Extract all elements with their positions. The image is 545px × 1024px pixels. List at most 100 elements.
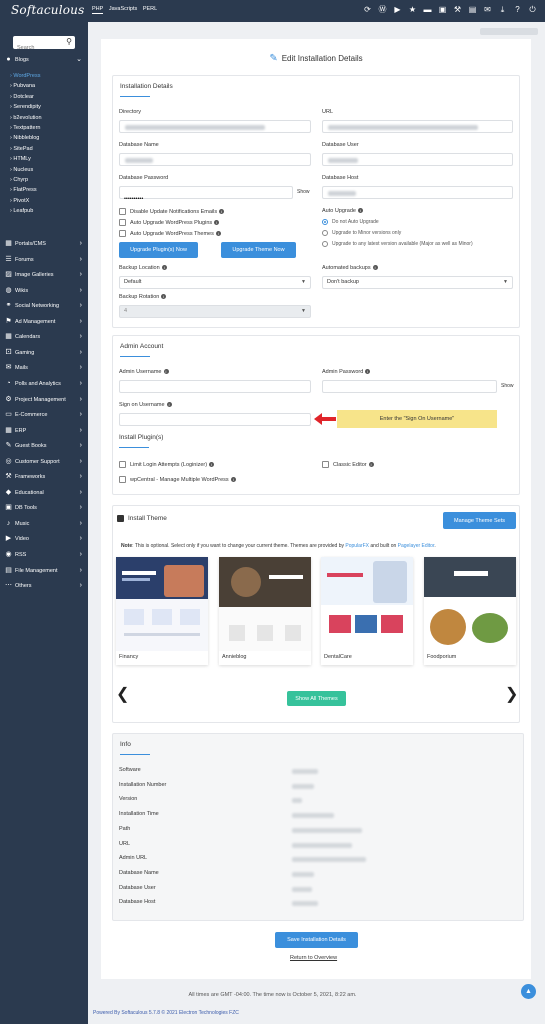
chevron-right-icon[interactable]: ❯: [505, 684, 518, 704]
database-host-field[interactable]: [322, 186, 513, 199]
radio-minor-upgrade[interactable]: Upgrade to Minor versions only: [322, 230, 401, 236]
sidebar-item-blogs[interactable]: ● Blogs ⌄: [0, 53, 88, 67]
sidebar-item-others[interactable]: ⋯ Others ›: [0, 579, 88, 593]
classic-editor-checkbox[interactable]: Classic Editor i: [322, 461, 374, 468]
sidebar-item-video[interactable]: ▶ Video ›: [0, 532, 88, 546]
sidebar-item-file-management[interactable]: ▤ File Management ›: [0, 564, 88, 578]
sidebar-item-flatpress[interactable]: › FlatPress: [10, 186, 37, 195]
radio-major-upgrade[interactable]: Upgrade to any latest version available …: [322, 241, 473, 247]
tab-php[interactable]: PHP: [92, 6, 104, 14]
sidebar-item-pubvana[interactable]: › Pubvana: [10, 82, 35, 91]
directory-field[interactable]: [119, 120, 311, 133]
sidebar-item-wordpress[interactable]: › WordPress: [10, 72, 40, 81]
theme-card-annieblog[interactable]: Annieblog: [219, 557, 311, 665]
manage-theme-sets-button[interactable]: Manage Theme Sets: [443, 512, 516, 529]
show-admin-password-link[interactable]: Show: [501, 383, 514, 389]
sidebar-item-project-management[interactable]: ⚙ Project Management ›: [0, 393, 88, 407]
sidebar-item-ad-management[interactable]: ⚑ Ad Management ›: [0, 315, 88, 329]
sidebar-item-rss[interactable]: ◉ RSS ›: [0, 548, 88, 562]
sidebar-item-music[interactable]: ♪ Music ›: [0, 517, 88, 531]
sidebar-item-e-commerce[interactable]: ▭ E-Commerce ›: [0, 408, 88, 422]
power-icon[interactable]: ⏻: [528, 5, 537, 15]
sidebar-item-calendars[interactable]: ▦ Calendars ›: [0, 330, 88, 344]
popularfx-link[interactable]: PopularFX: [345, 543, 369, 549]
category-icon: ▦: [5, 240, 12, 247]
chevron-left-icon[interactable]: ❮: [116, 684, 129, 704]
admin-username-field[interactable]: [119, 380, 311, 393]
sidebar-item-leafpub[interactable]: › Leafpub: [10, 207, 33, 216]
tab-perl[interactable]: PERL: [143, 6, 157, 12]
wrench-icon[interactable]: ⚒: [453, 5, 462, 15]
play-icon[interactable]: ▶: [393, 5, 402, 15]
category-icon: ⚙: [5, 395, 12, 403]
sidebar-item-nucleus[interactable]: › Nucleus: [10, 166, 33, 175]
sidebar-item-db-tools[interactable]: ▣ DB Tools ›: [0, 501, 88, 515]
disable-notification-checkbox[interactable]: Disable Update Notifications Emails i: [119, 208, 225, 215]
chevron-right-icon: ›: [79, 566, 82, 574]
window-icon[interactable]: ▣: [438, 5, 447, 15]
show-password-link[interactable]: Show: [297, 189, 310, 195]
upgrade-theme-button[interactable]: Upgrade Theme Now: [221, 242, 296, 258]
url-field[interactable]: [322, 120, 513, 133]
backup-location-label: Backup Location i: [119, 265, 167, 271]
sidebar-item-b2evolution[interactable]: › b2evolution: [10, 114, 42, 123]
softaculous-logo[interactable]: Softaculous: [11, 3, 84, 17]
box-icon[interactable]: ▬: [423, 5, 432, 15]
star-icon[interactable]: ★: [408, 5, 417, 15]
sidebar-item-guest-books[interactable]: ✎ Guest Books ›: [0, 439, 88, 453]
install-theme-toggle[interactable]: Install Theme: [117, 515, 167, 522]
upgrade-plugins-button[interactable]: Upgrade Plugin(s) Now: [119, 242, 198, 258]
sidebar-item-polls-and-analytics[interactable]: ◔ Polls and Analytics ›: [0, 377, 88, 391]
pagelayer-link[interactable]: Pagelayer Editor: [398, 543, 435, 549]
sidebar-item-chyrp[interactable]: › Chyrp: [10, 176, 28, 185]
wordpress-icon[interactable]: Ⓦ: [378, 5, 387, 15]
scroll-to-top-button[interactable]: ▲: [521, 984, 536, 999]
database-password-input[interactable]: [120, 193, 292, 205]
sidebar-item-nibbleblog[interactable]: › Nibbleblog: [10, 134, 39, 143]
automated-backups-select[interactable]: Don't backup ▼: [322, 276, 513, 289]
sidebar-item-educational[interactable]: ◆ Educational ›: [0, 486, 88, 500]
sidebar-item-forums[interactable]: ☰ Forums ›: [0, 253, 88, 267]
sidebar-item-social-networking[interactable]: ⚭ Social Networking ›: [0, 299, 88, 313]
show-all-themes-button[interactable]: Show All Themes: [287, 691, 346, 706]
sidebar-item-wikis[interactable]: ◍ Wikis ›: [0, 284, 88, 298]
auto-upgrade-themes-checkbox[interactable]: Auto Upgrade WordPress Themes i: [119, 230, 221, 237]
return-to-overview-link[interactable]: Return to Overview: [290, 955, 337, 961]
admin-password-field[interactable]: [322, 380, 497, 393]
sidebar-item-htmly[interactable]: › HTMLy: [10, 155, 31, 164]
theme-card-foodporium[interactable]: Foodporium: [424, 557, 516, 665]
electron-link[interactable]: Electron Technologies FZC: [179, 1010, 239, 1016]
mail-icon[interactable]: ✉: [483, 5, 492, 15]
wpcentral-checkbox[interactable]: wpCentral - Manage Multiple WordPress i: [119, 476, 236, 483]
sidebar-item-image-galleries[interactable]: ▨ Image Galleries ›: [0, 268, 88, 282]
sidebar-item-textpattern[interactable]: › Textpattern: [10, 124, 40, 133]
download-icon[interactable]: ⤓: [498, 5, 507, 15]
radio-no-auto-upgrade[interactable]: Do not Auto Upgrade: [322, 219, 379, 225]
theme-card-financy[interactable]: Financy: [116, 557, 208, 665]
sidebar-item-sitepad[interactable]: › SitePad: [10, 145, 33, 154]
save-installation-button[interactable]: Save Installation Details: [275, 932, 358, 948]
sidebar-item-customer-support[interactable]: ◎ Customer Support ›: [0, 455, 88, 469]
database-name-field[interactable]: [119, 153, 311, 166]
sidebar-item-dotclear[interactable]: › Dotclear: [10, 93, 34, 102]
help-icon[interactable]: ?: [513, 5, 522, 15]
loginizer-checkbox[interactable]: Limit Login Attempts (Loginizer) i: [119, 461, 215, 468]
database-password-field[interactable]: [119, 186, 293, 205]
cpanel-icon[interactable]: ⟳: [363, 5, 372, 15]
sign-on-username-field[interactable]: [119, 413, 311, 426]
sidebar-item-frameworks[interactable]: ⚒ Frameworks ›: [0, 470, 88, 484]
backup-location-select[interactable]: Default ▼: [119, 276, 311, 289]
sidebar-item-serendipity[interactable]: › Serendipity: [10, 103, 41, 112]
database-user-field[interactable]: [322, 153, 513, 166]
sidebar-item-pivotx[interactable]: › PivotX: [10, 197, 29, 206]
sidebar-item-gaming[interactable]: ⚀ Gaming ›: [0, 346, 88, 360]
sidebar-item-erp[interactable]: ▦ ERP ›: [0, 424, 88, 438]
sidebar-item-mails[interactable]: ✉ Mails ›: [0, 361, 88, 375]
search-icon[interactable]: ⚲: [66, 37, 72, 46]
file-icon[interactable]: ▤: [468, 5, 477, 15]
theme-card-dentalcare[interactable]: DentalCare: [321, 557, 413, 665]
auto-upgrade-plugins-checkbox[interactable]: Auto Upgrade WordPress Plugins i: [119, 219, 220, 226]
backup-rotation-select[interactable]: 4 ▼: [119, 305, 311, 318]
sidebar-item-portals-cms[interactable]: ▦ Portals/CMS ›: [0, 237, 88, 251]
tab-javascripts[interactable]: JavaScripts: [109, 6, 137, 12]
